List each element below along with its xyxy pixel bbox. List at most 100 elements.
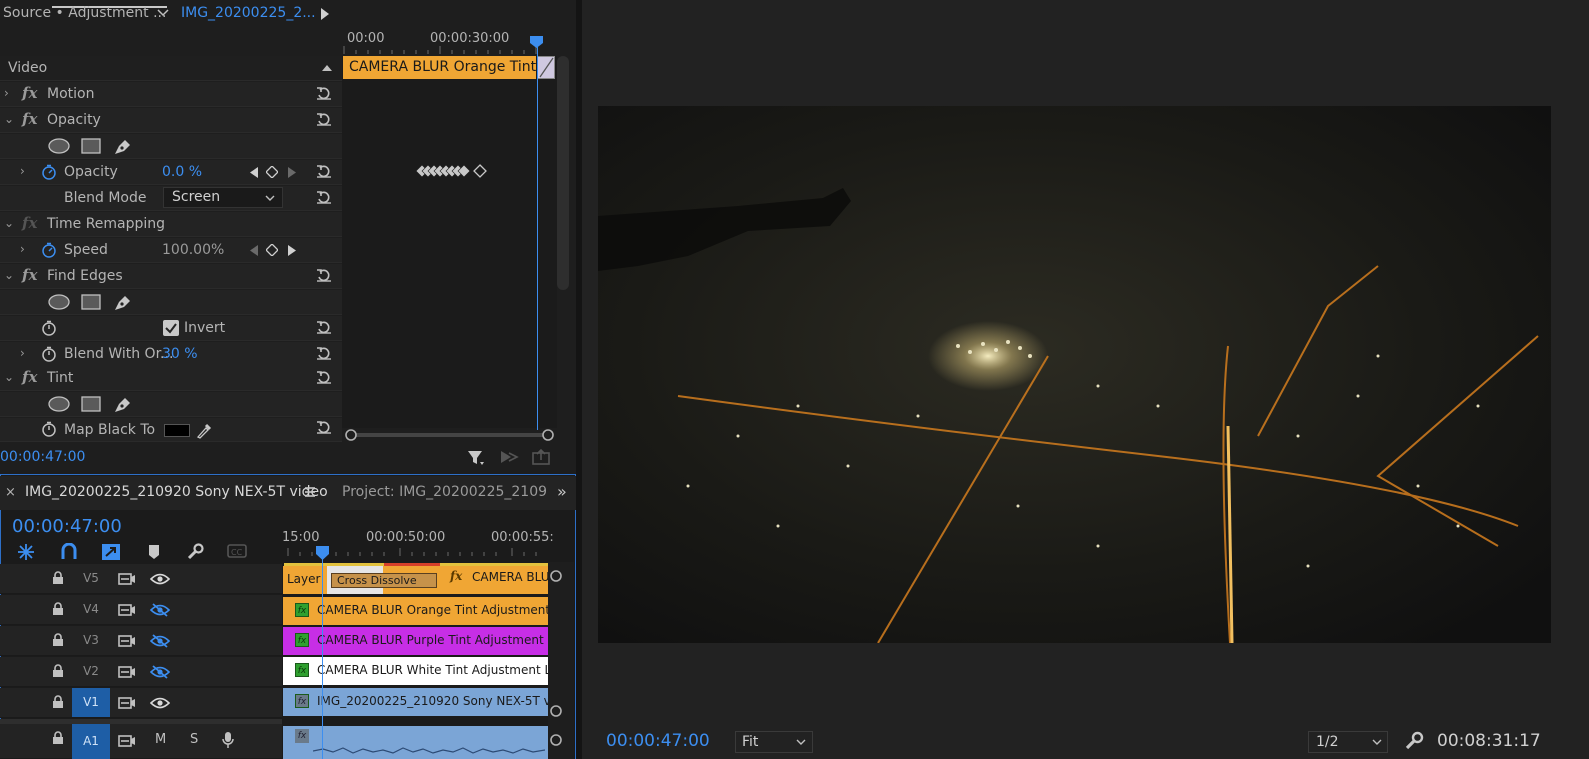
- chevron-down-icon[interactable]: [1372, 739, 1382, 746]
- current-time-display[interactable]: 00:00:47:00: [0, 449, 85, 465]
- snap-in-timeline-icon[interactable]: [17, 543, 35, 561]
- track-name[interactable]: A1: [72, 724, 110, 759]
- ellipse-mask-icon[interactable]: [47, 294, 71, 310]
- chevron-down-icon[interactable]: [157, 9, 169, 17]
- tab-project[interactable]: Project: IMG_20200225_2109: [342, 484, 547, 500]
- sync-lock-icon[interactable]: [118, 696, 136, 710]
- chevron-down-icon[interactable]: [796, 739, 806, 746]
- eyedropper-icon[interactable]: [196, 421, 212, 439]
- playhead-handle[interactable]: [530, 36, 543, 48]
- prev-keyframe-icon[interactable]: [250, 167, 258, 178]
- next-keyframe-icon[interactable]: [288, 167, 296, 178]
- program-timecode[interactable]: 00:00:47:00: [606, 731, 710, 751]
- microphone-icon[interactable]: [221, 731, 235, 749]
- lock-icon[interactable]: [52, 602, 64, 616]
- reset-icon[interactable]: [316, 370, 332, 384]
- track-name[interactable]: V3: [72, 626, 110, 655]
- collapse-up-icon[interactable]: [322, 64, 332, 71]
- param-row-blend-with-original[interactable]: › Blend With Or... 30 %: [0, 342, 342, 367]
- play-only-clip-icon[interactable]: [320, 8, 330, 20]
- blend-value[interactable]: 30 %: [162, 346, 198, 362]
- scroll-handle-top[interactable]: [549, 569, 563, 583]
- invert-checkbox[interactable]: [163, 320, 179, 336]
- cross-dissolve-transition[interactable]: Cross Dissolve: [331, 573, 437, 588]
- clip-bar[interactable]: CAMERA BLUR Orange Tint Ad: [343, 56, 536, 79]
- param-row-opacity[interactable]: › Opacity 0.0 %: [0, 160, 342, 185]
- reset-icon[interactable]: [316, 164, 332, 178]
- reset-icon[interactable]: [316, 86, 332, 100]
- scroll-handle-bottom[interactable]: [549, 704, 563, 718]
- wrench-icon[interactable]: [186, 543, 204, 561]
- pen-mask-icon[interactable]: [113, 395, 133, 413]
- ellipse-mask-icon[interactable]: [47, 396, 71, 412]
- pen-mask-icon[interactable]: [113, 293, 133, 311]
- program-video-frame[interactable]: [598, 106, 1551, 643]
- effect-row-motion[interactable]: › fx Motion: [0, 82, 342, 107]
- opacity-value[interactable]: 0.0 %: [162, 164, 202, 180]
- prev-keyframe-icon[interactable]: [250, 245, 258, 256]
- stopwatch-icon[interactable]: [41, 320, 57, 336]
- wrench-icon[interactable]: [1404, 731, 1424, 751]
- chevron-down-icon[interactable]: ⌄: [4, 216, 14, 230]
- rectangle-mask-icon[interactable]: [81, 294, 101, 310]
- lock-icon[interactable]: [52, 695, 64, 709]
- playhead-line[interactable]: [537, 42, 538, 430]
- eye-icon[interactable]: [150, 572, 170, 586]
- linked-selection-icon[interactable]: [60, 543, 78, 561]
- sync-lock-icon[interactable]: [118, 603, 136, 617]
- audio-scroll-handle[interactable]: [549, 733, 563, 747]
- reset-icon[interactable]: [316, 346, 332, 360]
- add-keyframe-icon[interactable]: [266, 166, 278, 178]
- timeline-playhead-line[interactable]: [322, 556, 323, 759]
- fx-icon[interactable]: fx: [22, 84, 37, 102]
- fx-icon[interactable]: fx: [22, 110, 37, 128]
- track-name[interactable]: V2: [72, 657, 110, 686]
- pen-mask-icon[interactable]: [113, 137, 133, 155]
- chevron-right-icon[interactable]: ›: [20, 164, 25, 178]
- reset-icon[interactable]: [316, 268, 332, 282]
- chevron-down-icon[interactable]: [265, 195, 275, 202]
- panel-menu-icon[interactable]: [304, 486, 316, 498]
- timeline-timecode[interactable]: 00:00:47:00: [12, 516, 122, 537]
- effect-row-tint[interactable]: ⌄ fx Tint: [0, 366, 342, 391]
- solo-button[interactable]: S: [190, 732, 198, 747]
- effect-row-time-remapping[interactable]: ⌄ fx Time Remapping: [0, 212, 342, 237]
- lock-icon[interactable]: [52, 633, 64, 647]
- add-marker-icon[interactable]: [147, 543, 161, 561]
- track-name[interactable]: V5: [72, 564, 110, 593]
- keyframe-track-area[interactable]: [342, 56, 557, 428]
- reset-icon[interactable]: [316, 112, 332, 126]
- stopwatch-icon[interactable]: [41, 421, 57, 437]
- sync-lock-icon[interactable]: [118, 634, 136, 648]
- eye-icon[interactable]: [150, 696, 170, 710]
- captions-icon[interactable]: CC: [227, 543, 247, 559]
- stopwatch-icon[interactable]: [41, 346, 57, 362]
- effect-row-opacity[interactable]: ⌄ fx Opacity: [0, 108, 342, 133]
- overflow-tabs-icon[interactable]: »: [557, 482, 567, 501]
- sync-lock-icon[interactable]: [118, 734, 136, 748]
- reset-icon[interactable]: [316, 420, 332, 434]
- reset-icon[interactable]: [316, 190, 332, 204]
- speed-value[interactable]: 100.00%: [162, 242, 224, 258]
- effect-row-find-edges[interactable]: ⌄ fx Find Edges: [0, 264, 342, 289]
- track-name[interactable]: V4: [72, 595, 110, 624]
- chevron-down-icon[interactable]: ⌄: [4, 112, 14, 126]
- rectangle-mask-icon[interactable]: [81, 138, 101, 154]
- sync-lock-icon[interactable]: [118, 665, 136, 679]
- close-icon[interactable]: ×: [5, 485, 16, 500]
- source-clip-selector[interactable]: Source • Adjustment ...: [3, 5, 166, 21]
- lock-icon[interactable]: [52, 571, 64, 585]
- chevron-right-icon[interactable]: ›: [4, 86, 9, 100]
- next-keyframe-icon[interactable]: [288, 245, 296, 256]
- export-icon[interactable]: [531, 449, 551, 465]
- reset-icon[interactable]: [316, 320, 332, 334]
- chevron-right-icon[interactable]: ›: [20, 346, 25, 360]
- eye-hidden-icon[interactable]: [150, 665, 170, 679]
- stopwatch-icon[interactable]: [41, 242, 57, 258]
- tab-sequence[interactable]: IMG_20200225_210920 Sony NEX-5T video: [25, 484, 328, 500]
- chevron-down-icon[interactable]: ⌄: [4, 370, 14, 384]
- mute-button[interactable]: M: [155, 732, 166, 747]
- sequence-clip-link[interactable]: IMG_20200225_2...: [181, 5, 316, 21]
- vertical-scrollbar[interactable]: [557, 56, 569, 290]
- jump-to-keyframe-icon[interactable]: [499, 449, 519, 465]
